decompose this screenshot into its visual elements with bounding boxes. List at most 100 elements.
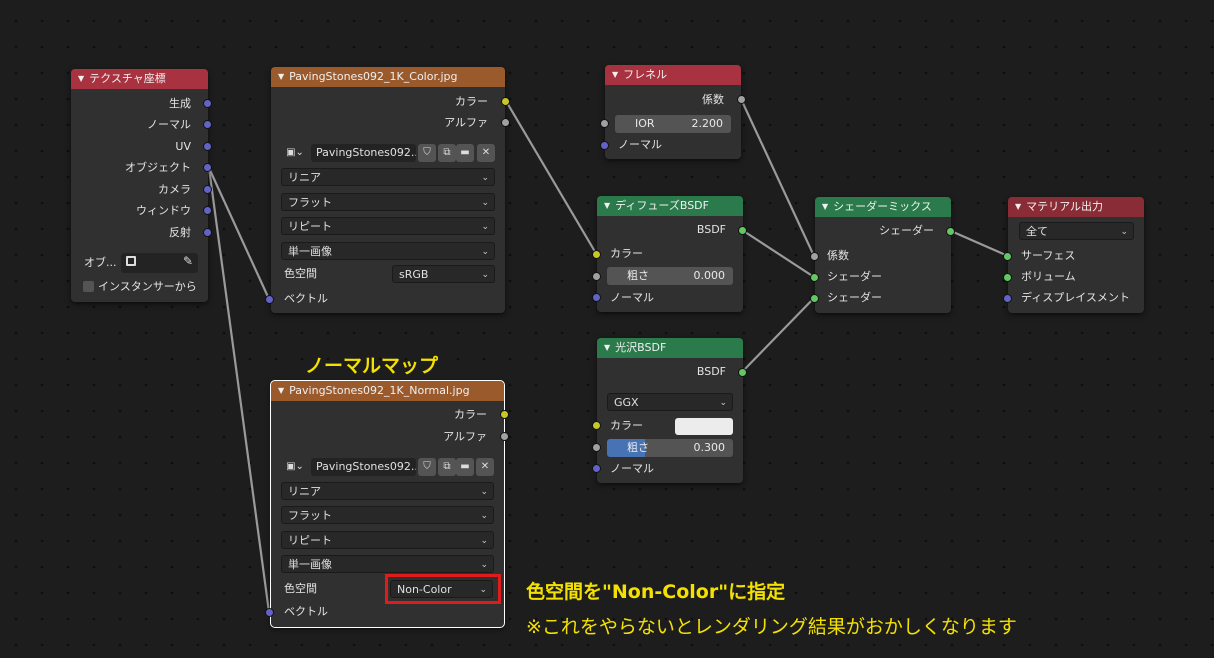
socket-shader1-in[interactable] — [810, 273, 819, 282]
node-header[interactable]: ▼ PavingStones092_1K_Normal.jpg — [271, 381, 504, 401]
socket-displacement-in[interactable] — [1003, 294, 1012, 303]
roughness-label: 粗さ — [627, 269, 649, 282]
node-header[interactable]: ▼ フレネル — [605, 65, 741, 85]
output-color-label: カラー — [455, 95, 488, 108]
node-header[interactable]: ▼ シェーダーミックス — [815, 197, 951, 217]
folder-icon[interactable]: ▬ — [456, 458, 474, 476]
node-title: PavingStones092_1K_Color.jpg — [289, 70, 458, 83]
node-image-texture-color[interactable]: ▼ PavingStones092_1K_Color.jpg カラー アルファ ▣… — [271, 67, 505, 313]
duplicate-icon[interactable]: ⧉ — [438, 144, 456, 162]
image-name-field[interactable]: PavingStones092... — [311, 144, 416, 162]
image-selector[interactable]: ▣⌄ PavingStones092... ⛉ ⧉ ▬ ✕ — [281, 458, 494, 476]
node-glossy-bsdf[interactable]: ▼ 光沢BSDF BSDF GGX ⌄ カラー 粗さ 0.300 ノーマル — [597, 338, 743, 483]
output-object-label: オブジェクト — [125, 161, 191, 174]
socket-shader2-in[interactable] — [810, 294, 819, 303]
image-icon[interactable]: ▣⌄ — [281, 458, 309, 476]
projection-dropdown[interactable]: フラット ⌄ — [281, 506, 494, 524]
node-texture-coordinate[interactable]: ▼ テクスチャ座標 生成 ノーマル UV オブジェクト カメラ ウィンドウ 反射 … — [71, 69, 208, 302]
distribution-dropdown[interactable]: GGX ⌄ — [607, 393, 733, 411]
extension-value: リピート — [288, 220, 332, 233]
extension-dropdown[interactable]: リピート ⌄ — [281, 217, 495, 235]
socket-shader-out[interactable] — [946, 227, 955, 236]
socket-surface-in[interactable] — [1003, 252, 1012, 261]
close-icon[interactable]: ✕ — [476, 458, 494, 476]
socket-color-in[interactable] — [592, 250, 601, 259]
socket-volume-in[interactable] — [1003, 273, 1012, 282]
socket-color-in[interactable] — [592, 421, 601, 430]
output-generated-label: 生成 — [169, 97, 191, 110]
socket-vector-in[interactable] — [265, 295, 274, 304]
input-normal-label: ノーマル — [610, 291, 654, 304]
socket-vector-in[interactable] — [265, 608, 274, 617]
output-camera-label: カメラ — [158, 183, 191, 196]
eyedropper-icon[interactable]: ✎ — [183, 254, 193, 268]
target-value: 全て — [1026, 225, 1048, 238]
socket-reflection[interactable] — [203, 228, 212, 237]
node-diffuse-bsdf[interactable]: ▼ ディフューズBSDF BSDF カラー 粗さ 0.000 ノーマル — [597, 196, 743, 312]
socket-uv[interactable] — [203, 142, 212, 151]
image-selector[interactable]: ▣⌄ PavingStones092... ⛉ ⧉ ▬ ✕ — [281, 144, 495, 162]
roughness-field[interactable]: 粗さ 0.300 — [607, 439, 733, 457]
target-dropdown[interactable]: 全て ⌄ — [1019, 222, 1134, 240]
input-normal-label: ノーマル — [618, 138, 662, 151]
socket-color-out[interactable] — [501, 97, 510, 106]
output-bsdf-label: BSDF — [696, 223, 726, 236]
folder-icon[interactable]: ▬ — [456, 144, 474, 162]
socket-normal-in[interactable] — [600, 141, 609, 150]
socket-normal-in[interactable] — [592, 293, 601, 302]
source-dropdown[interactable]: 単一画像 ⌄ — [281, 555, 494, 573]
chevron-down-icon: ⌄ — [719, 398, 727, 408]
socket-window[interactable] — [203, 206, 212, 215]
socket-bsdf-out[interactable] — [738, 226, 747, 235]
projection-value: フラット — [288, 196, 332, 209]
socket-color-out[interactable] — [500, 410, 509, 419]
color-swatch[interactable] — [675, 418, 733, 435]
socket-normal-in[interactable] — [592, 464, 601, 473]
roughness-field[interactable]: 粗さ 0.000 — [607, 267, 733, 285]
socket-object[interactable] — [203, 163, 212, 172]
node-header[interactable]: ▼ PavingStones092_1K_Color.jpg — [271, 67, 505, 87]
node-mix-shader[interactable]: ▼ シェーダーミックス シェーダー 係数 シェーダー シェーダー — [815, 197, 951, 313]
socket-fac-out[interactable] — [737, 95, 746, 104]
socket-alpha-out[interactable] — [500, 432, 509, 441]
source-dropdown[interactable]: 単一画像 ⌄ — [281, 242, 495, 260]
colorspace-label: 色空間 — [284, 582, 317, 595]
interpolation-value: リニア — [288, 485, 321, 498]
input-vector-label: ベクトル — [284, 605, 328, 618]
ior-field[interactable]: IOR 2.200 — [615, 115, 731, 133]
socket-roughness-in[interactable] — [592, 443, 601, 452]
socket-alpha-out[interactable] — [501, 118, 510, 127]
socket-generated[interactable] — [203, 99, 212, 108]
projection-dropdown[interactable]: フラット ⌄ — [281, 193, 495, 211]
roughness-value: 0.300 — [693, 441, 726, 454]
node-header[interactable]: ▼ ディフューズBSDF — [597, 196, 743, 216]
colorspace-dropdown[interactable]: sRGB ⌄ — [392, 265, 495, 283]
node-header[interactable]: ▼ テクスチャ座標 — [71, 69, 208, 89]
socket-normal[interactable] — [203, 120, 212, 129]
socket-ior-in[interactable] — [600, 119, 609, 128]
output-reflection-label: 反射 — [169, 226, 191, 239]
image-name-field[interactable]: PavingStones092... — [311, 458, 416, 476]
extension-dropdown[interactable]: リピート ⌄ — [281, 531, 494, 549]
node-fresnel[interactable]: ▼ フレネル 係数 IOR 2.200 ノーマル — [605, 65, 741, 159]
interpolation-dropdown[interactable]: リニア ⌄ — [281, 168, 495, 186]
node-header[interactable]: ▼ 光沢BSDF — [597, 338, 743, 358]
interpolation-dropdown[interactable]: リニア ⌄ — [281, 482, 494, 500]
image-icon[interactable]: ▣⌄ — [281, 144, 309, 162]
socket-fac-in[interactable] — [810, 252, 819, 261]
normal-map-annotation: ノーマルマップ — [305, 355, 439, 377]
socket-camera[interactable] — [203, 185, 212, 194]
duplicate-icon[interactable]: ⧉ — [438, 458, 456, 476]
object-field[interactable]: ✎ — [121, 253, 198, 273]
node-title: シェーダーミックス — [833, 200, 932, 213]
socket-roughness-in[interactable] — [592, 272, 601, 281]
shield-icon[interactable]: ⛉ — [418, 144, 436, 162]
input-vector-label: ベクトル — [284, 292, 328, 305]
output-shader-label: シェーダー — [879, 224, 934, 237]
shield-icon[interactable]: ⛉ — [418, 458, 436, 476]
node-header[interactable]: ▼ マテリアル出力 — [1008, 197, 1144, 217]
close-icon[interactable]: ✕ — [477, 144, 495, 162]
instancer-checkbox[interactable] — [83, 281, 94, 292]
socket-bsdf-out[interactable] — [738, 368, 747, 377]
node-material-output[interactable]: ▼ マテリアル出力 全て ⌄ サーフェス ボリューム ディスプレイスメント — [1008, 197, 1144, 313]
